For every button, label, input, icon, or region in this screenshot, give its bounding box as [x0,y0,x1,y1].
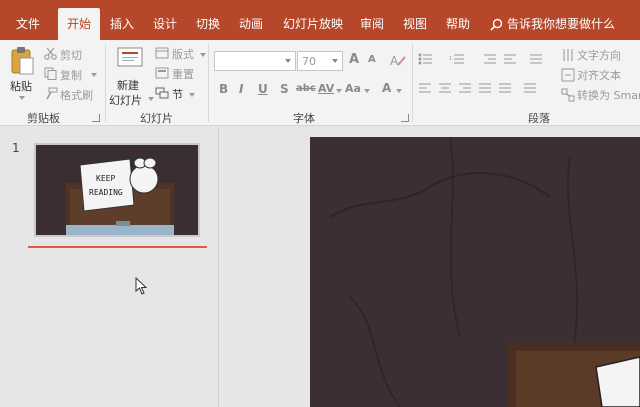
alignment-buttons-icon[interactable] [418,82,558,96]
copy-icon [44,67,57,80]
text-direction-icon [563,49,573,61]
layout-dropdown-arrow[interactable] [200,53,206,57]
shrink-font-button[interactable]: A [368,54,376,65]
align-text-button[interactable]: 对齐文本 [577,67,621,83]
new-slide-line2[interactable]: 幻灯片 [109,92,142,108]
clipboard-dialog-launcher[interactable] [92,114,100,122]
slide-thumbnail[interactable]: KEEP READING [34,143,200,237]
tab-insert[interactable]: 插入 [110,8,134,40]
tab-home[interactable]: 开始 [58,8,100,40]
paragraph-group-label: 段落 [528,112,550,125]
group-separator [208,44,209,122]
slide-background-image [310,137,640,407]
ribbon-tab-bar: 文件 开始 插入 设计 切换 动画 幻灯片放映 审阅 视图 帮助 告诉我你想要做… [0,8,640,40]
convert-smartart-button[interactable]: 转换为 Smar [577,87,640,103]
quick-access-toolbar [0,0,640,8]
reset-button[interactable]: 重置 [172,66,194,82]
font-dialog-launcher[interactable] [401,114,409,122]
grow-font-button[interactable]: A [349,52,359,67]
format-painter-button[interactable]: 格式刷 [60,87,93,103]
new-slide-dropdown-arrow[interactable] [148,97,154,101]
format-painter-icon [46,87,58,100]
chevron-down-icon [332,59,338,63]
tab-design[interactable]: 设计 [153,8,177,40]
current-slide[interactable] [310,137,640,407]
spacing-dropdown-arrow[interactable] [336,89,342,93]
tab-view[interactable]: 视图 [403,8,427,40]
smartart-icon [561,88,575,102]
insertion-marker [28,246,207,248]
slide-thumbnail-image: KEEP READING [36,145,198,235]
tab-help[interactable]: 帮助 [446,8,470,40]
section-icon [155,87,169,99]
search-icon [490,18,503,31]
paste-dropdown-arrow[interactable] [19,96,25,100]
bold-button[interactable]: B [219,82,228,96]
mouse-cursor-icon [135,277,148,295]
italic-button[interactable]: I [239,82,243,96]
char-spacing-button[interactable]: AV [318,82,334,95]
section-dropdown-arrow[interactable] [189,93,195,97]
reset-icon [155,67,169,79]
clipboard-group-label: 剪贴板 [27,112,60,125]
align-text-icon [561,68,575,82]
case-dropdown-arrow[interactable] [364,89,370,93]
tab-slideshow[interactable]: 幻灯片放映 [283,8,343,40]
layout-button[interactable]: 版式 [172,46,194,62]
tab-file[interactable]: 文件 [16,8,46,40]
font-color-dropdown-arrow[interactable] [396,89,402,93]
change-case-button[interactable]: Aa [345,82,361,95]
ribbon: 粘贴 剪切 复制 格式刷 剪贴板 新建 幻灯片 版式 重置 节 幻灯片 70 A… [0,40,640,126]
font-size-value: 70 [302,55,316,68]
font-name-combo[interactable] [214,51,296,71]
sign-line1: KEEP [96,174,115,183]
tell-me-search[interactable]: 告诉我你想要做什么 [490,8,615,40]
copy-button[interactable]: 复制 [60,67,82,83]
underline-button[interactable]: U [258,82,268,96]
paste-icon[interactable] [9,46,35,76]
list-buttons-icon[interactable]: 1 [418,52,568,66]
section-button[interactable]: 节 [172,86,183,102]
layout-icon [155,47,169,59]
chevron-down-icon [285,59,291,63]
font-group-label: 字体 [293,112,315,125]
tell-me-label: 告诉我你想要做什么 [507,17,616,31]
group-separator [412,44,413,122]
text-direction-button[interactable]: 文字方向 [577,47,621,63]
new-slide-icon[interactable] [116,46,146,70]
svg-text:A: A [390,54,399,67]
tab-animations[interactable]: 动画 [239,8,263,40]
copy-dropdown-arrow[interactable] [91,73,97,77]
sign-line2: READING [89,188,123,197]
svg-text:1: 1 [449,56,452,62]
strikethrough-button[interactable]: abc [296,83,316,94]
scissors-icon [44,47,57,60]
slide-number: 1 [12,141,20,155]
slide-editing-canvas[interactable] [220,127,640,407]
slide-thumbnail-pane[interactable]: 1 KEEP READING [0,127,219,407]
paste-label[interactable]: 粘贴 [10,78,32,94]
shadow-button[interactable]: S [280,82,289,96]
group-separator [105,44,106,122]
cut-button[interactable]: 剪切 [60,47,82,63]
font-size-combo[interactable]: 70 [297,51,343,71]
tab-transitions[interactable]: 切换 [196,8,220,40]
clear-formatting-icon[interactable]: A [390,53,406,67]
tab-review[interactable]: 审阅 [360,8,384,40]
font-color-button[interactable]: A [382,81,391,95]
new-slide-line1[interactable]: 新建 [117,77,139,93]
slides-group-label: 幻灯片 [140,112,173,125]
